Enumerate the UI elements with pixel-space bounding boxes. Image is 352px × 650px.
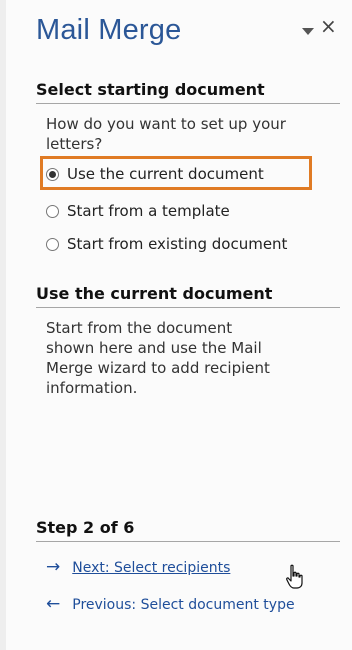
hand-cursor-icon [286,564,303,589]
radio-button[interactable] [46,204,59,218]
radio-button-checked[interactable] [46,167,59,181]
previous-select-document-type-link[interactable]: ← Previous: Select document type [46,596,346,613]
select-starting-document-header: Select starting document [36,80,265,99]
radio-label: Start from existing document [67,235,288,253]
arrow-right-icon: → [46,557,61,577]
radio-use-current-document[interactable]: Use the current document [46,165,264,183]
radio-button[interactable] [46,237,59,251]
radio-label: Start from a template [67,202,230,220]
radio-label: Use the current document [67,165,264,183]
section-divider [36,307,340,308]
radio-start-from-existing[interactable]: Start from existing document [46,235,287,253]
section-divider [36,541,340,542]
setup-question: How do you want to set up your letters? [46,115,286,153]
radio-start-from-template[interactable]: Start from a template [46,202,230,220]
next-link-label: Next: Select recipients [72,559,231,576]
previous-link-label: Previous: Select document type [72,596,295,613]
close-icon[interactable]: × [320,16,337,36]
use-current-document-header: Use the current document [36,284,273,303]
chevron-down-icon[interactable] [302,28,314,35]
pane-title: Mail Merge [36,14,182,46]
section-divider [36,103,340,104]
current-document-description: Start from the document shown here and u… [46,319,270,397]
mail-merge-pane: Mail Merge × Select starting document Ho… [0,0,352,650]
next-select-recipients-link[interactable]: → Next: Select recipients [46,559,230,576]
step-label: Step 2 of 6 [36,518,135,537]
arrow-left-icon: ← [46,596,61,613]
